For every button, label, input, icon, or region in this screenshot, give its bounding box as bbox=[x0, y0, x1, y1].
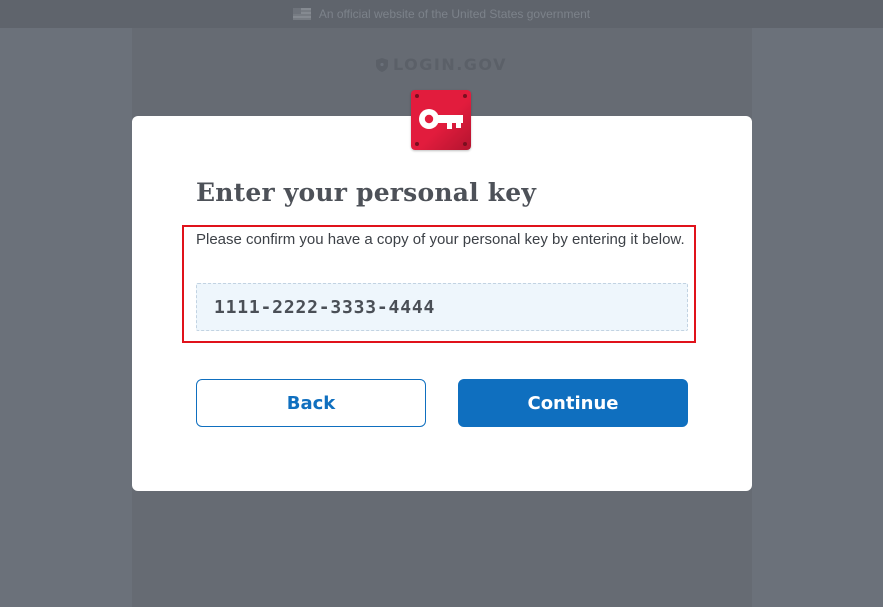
brand-name: LOGIN.GOV bbox=[393, 55, 507, 74]
back-button[interactable]: Back bbox=[196, 379, 426, 427]
key-icon bbox=[419, 109, 463, 129]
brand-logo: LOGIN.GOV bbox=[0, 55, 883, 74]
badge-rivet bbox=[415, 94, 419, 98]
gov-banner: An official website of the United States… bbox=[0, 0, 883, 28]
badge-rivet bbox=[463, 94, 467, 98]
badge-rivet bbox=[415, 142, 419, 146]
badge-rivet bbox=[463, 142, 467, 146]
instructions-text: Please confirm you have a copy of your p… bbox=[196, 231, 685, 248]
personal-key-input[interactable] bbox=[196, 283, 688, 331]
key-badge bbox=[411, 90, 471, 150]
gov-banner-text: An official website of the United States… bbox=[318, 7, 591, 21]
us-flag-icon bbox=[292, 8, 311, 20]
page-title: Enter your personal key bbox=[196, 178, 537, 207]
shield-icon bbox=[376, 57, 389, 72]
continue-button[interactable]: Continue bbox=[458, 379, 688, 427]
